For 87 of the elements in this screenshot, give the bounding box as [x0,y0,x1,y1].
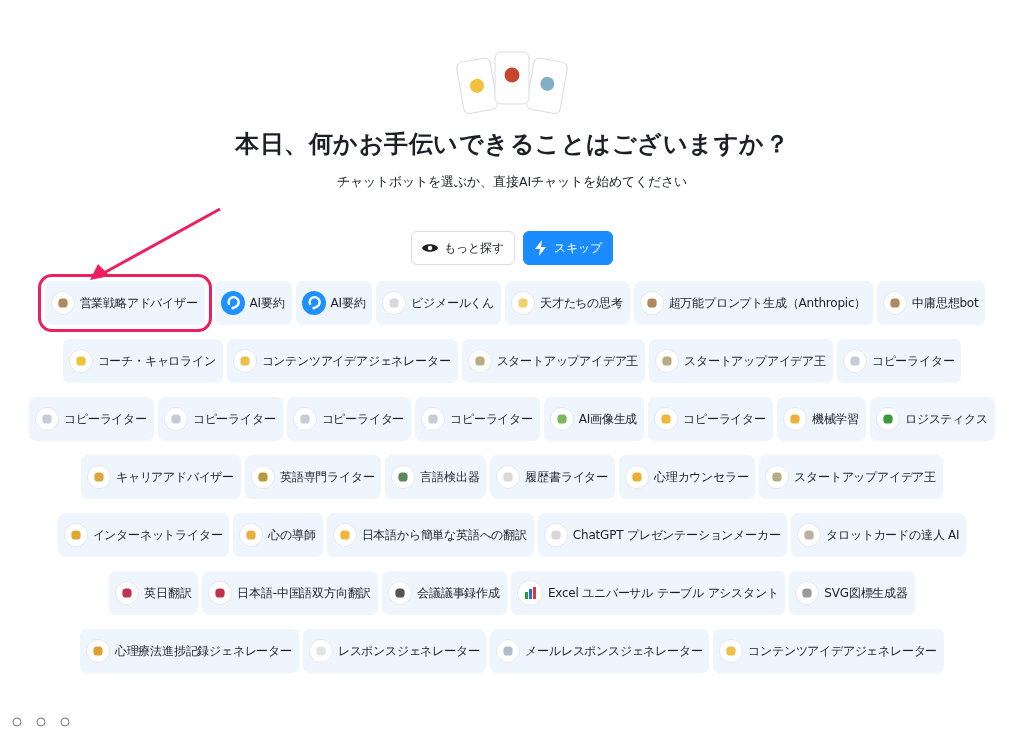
chatbot-chip[interactable]: メールレスポンスジェネレーター [490,629,710,673]
emoji-icon [842,349,867,373]
emoji-icon [391,465,416,489]
emoji-icon [625,465,649,489]
emoji-icon [421,407,446,431]
emoji-icon [467,349,492,373]
chatbot-chip[interactable]: キャリアアドバイザー [80,455,241,499]
chatbot-chip[interactable]: コンテンツアイデアジェネレーター [226,339,458,383]
chatbot-chip[interactable]: コピーライター [157,397,283,441]
emoji-icon [208,581,233,605]
chatbot-chip[interactable]: 機械学習 [776,397,867,441]
emoji-icon [876,407,901,431]
chatbot-chip[interactable]: 英語専門ライター [245,455,382,499]
emoji-icon [86,465,111,489]
chatbot-chip[interactable]: コピーライター [415,397,540,441]
emoji-icon [654,407,679,431]
emoji-icon [239,523,264,547]
emoji-icon [85,639,110,663]
chatbot-chip[interactable]: ビジメールくん [376,281,502,325]
chatbot-chip[interactable]: 言語検出器 [385,455,487,499]
emoji-icon [292,407,317,431]
chatbot-chip[interactable]: コーチ・キャロライン [62,339,223,383]
chatbot-chip[interactable]: コピーライター [836,339,962,383]
explore-button[interactable]: もっと探す [411,231,515,265]
emoji-icon [308,639,333,663]
emoji-icon [883,291,908,315]
emoji-icon [511,291,536,315]
chatbot-chip[interactable]: スタートアップアイデア王 [759,455,944,499]
emoji-icon [496,465,521,489]
chatbot-chip[interactable]: インターネットライター [57,513,230,557]
chatbot-chip[interactable]: AI要約 [295,281,373,325]
toolbar-icon[interactable] [12,717,22,727]
chatbot-chip[interactable]: 日本語から簡単な英語への翻訳 [326,513,534,557]
chatbot-chip[interactable]: レスポンスジェネレーター [302,629,487,673]
ai-logo-icon [301,291,326,315]
emoji-icon [549,407,574,431]
chatbot-chip[interactable]: Excel ユニバーサル テーブル アシスタント [510,571,786,615]
chatbot-chip[interactable]: スタートアップアイデア王 [649,339,833,383]
chatbot-chip[interactable]: コピーライター [286,397,412,441]
emoji-icon [782,407,807,431]
chatbot-chip[interactable]: コピーライター [648,397,773,441]
emoji-icon [382,291,407,315]
emoji-icon [639,291,664,315]
chatbot-chip[interactable]: 天才たちの思考 [505,281,630,325]
emoji-icon [655,349,680,373]
chatbot-chip[interactable]: 中庸思想bot [877,281,986,325]
chatbot-chip[interactable]: タロットカードの達人 AI [791,513,967,557]
emoji-icon [797,523,822,547]
emoji-icon [63,523,88,547]
chatbot-chip[interactable]: SVG図標生成器 [789,571,915,615]
emoji-icon [795,581,820,605]
chatbot-chip[interactable]: コンテンツアイデアジェネレーター [713,629,945,673]
chatbot-chip[interactable]: スタートアップアイデア王 [461,339,646,383]
subtitle: チャットボットを選ぶか、直接AIチャットを始めてください [336,174,688,191]
chatbot-chip[interactable]: ロジスティクス [870,397,995,441]
chatbot-chip[interactable]: AI画像生成 [543,397,645,441]
emoji-icon [50,291,75,315]
emoji-icon [232,349,257,373]
emoji-icon [388,581,413,605]
chatbot-chip[interactable]: ChatGPT プレゼンテーションメーカー [537,513,788,557]
emoji-icon [115,581,140,605]
chatbot-chip[interactable]: 日本語-中国語双方向翻訳 [202,571,379,615]
ai-logo-icon [220,291,245,315]
chatbot-chip[interactable]: AI要約 [214,281,292,325]
emoji-icon [496,639,521,663]
emoji-icon [68,349,93,373]
lightning-icon [534,240,548,256]
chatbot-chip[interactable]: 心理療法進捗記録ジェネレーター [79,629,299,673]
emoji-icon [35,407,60,431]
chatbot-chip[interactable]: 心理カウンセラー [619,455,756,499]
emoji-icon [163,407,188,431]
emoji-icon [765,465,790,489]
chatbot-chip[interactable]: 履歴書ライター [490,455,615,499]
toolbar-icon[interactable] [36,717,46,727]
emoji-icon [719,639,744,663]
toolbar-icon[interactable] [60,717,70,727]
bar-chart-icon [516,580,543,606]
chatbot-chip[interactable]: 英日翻訳 [109,571,199,615]
emoji-icon [251,465,275,489]
emoji-icon [543,523,568,547]
chatbot-chip[interactable]: 心の導師 [233,513,323,557]
eye-icon [422,242,438,254]
chatbot-chip[interactable]: 超万能プロンプト生成（Anthropic） [633,281,874,325]
chatbot-chip[interactable]: コピーライター [29,397,154,441]
chatbot-chip[interactable]: 会議議事録作成 [382,571,507,615]
page-title: 本日、何かお手伝いできることはございますか？ [235,129,789,160]
emoji-icon [332,523,357,547]
